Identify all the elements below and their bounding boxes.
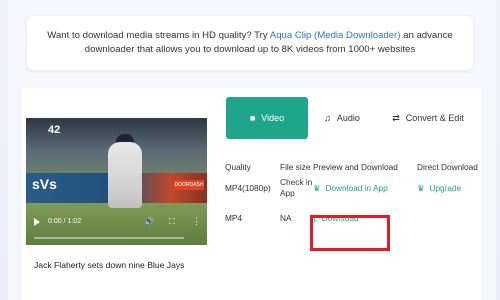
- play-icon[interactable]: [34, 218, 40, 226]
- music-note-icon: ♫: [324, 113, 331, 123]
- header-quality: Quality: [225, 162, 251, 172]
- row-direct: [417, 209, 480, 224]
- tab-convert-edit[interactable]: ⇄ Convert & Edit: [376, 97, 480, 139]
- tab-audio-label: Audio: [336, 113, 360, 123]
- ad-sign: DOORDASH: [174, 180, 204, 190]
- video-overlay-text: sVs: [32, 176, 57, 192]
- header-preview-download: Preview and Download: [313, 162, 398, 172]
- table-row: MP4(1080p) Check in App ♛ Download in App…: [225, 173, 480, 209]
- media-tabs: ■ Video ♫ Audio ⇄ Convert & Edit: [226, 97, 480, 141]
- tab-convert-edit-label: Convert & Edit: [405, 112, 464, 123]
- highlight-box: [310, 215, 390, 251]
- crown-icon: ♛: [417, 183, 425, 193]
- tab-audio[interactable]: ♫ Audio: [308, 97, 376, 139]
- promo-text: Want to download media streams in HD qua…: [41, 29, 459, 57]
- convert-icon: ⇄: [392, 112, 400, 123]
- promo-text-before: Want to download media streams in HD qua…: [47, 30, 270, 41]
- fullscreen-icon[interactable]: ⛶: [169, 217, 175, 227]
- download-in-app-label: Download in App: [325, 183, 388, 193]
- video-controls: 0:00 / 1:02 🔊 ⛶ ⋮: [26, 213, 207, 233]
- more-options-icon[interactable]: ⋮: [192, 216, 201, 227]
- download-in-app-button[interactable]: ♛ Download in App: [313, 173, 417, 209]
- video-time: 0:00 / 1:02: [48, 218, 82, 225]
- tab-video[interactable]: ■ Video: [226, 97, 308, 139]
- aqua-clip-link[interactable]: Aqua Clip (Media Downloader): [270, 30, 401, 41]
- row-size: NA: [280, 213, 292, 223]
- upgrade-label: Upgrade: [429, 183, 462, 193]
- row-quality: MP4: [225, 213, 243, 223]
- header-file-size: File size: [280, 162, 311, 172]
- upgrade-button[interactable]: ♛ Upgrade: [417, 173, 480, 209]
- row-size: Check in App: [280, 177, 313, 198]
- video-camera-icon: ■: [249, 113, 256, 123]
- crown-icon: ♛: [313, 183, 321, 193]
- pitcher: [108, 142, 142, 208]
- promo-banner: Want to download media streams in HD qua…: [27, 16, 473, 70]
- row-quality: MP4(1080p): [225, 183, 271, 193]
- video-caption: Jack Flaherty sets down nine Blue Jays: [34, 260, 185, 270]
- header-direct-download: Direct Download: [417, 162, 478, 172]
- tab-video-label: Video: [261, 113, 285, 123]
- volume-icon[interactable]: 🔊: [144, 217, 154, 226]
- video-progress-bar[interactable]: [34, 237, 184, 239]
- video-overlay-number: 42: [48, 124, 61, 136]
